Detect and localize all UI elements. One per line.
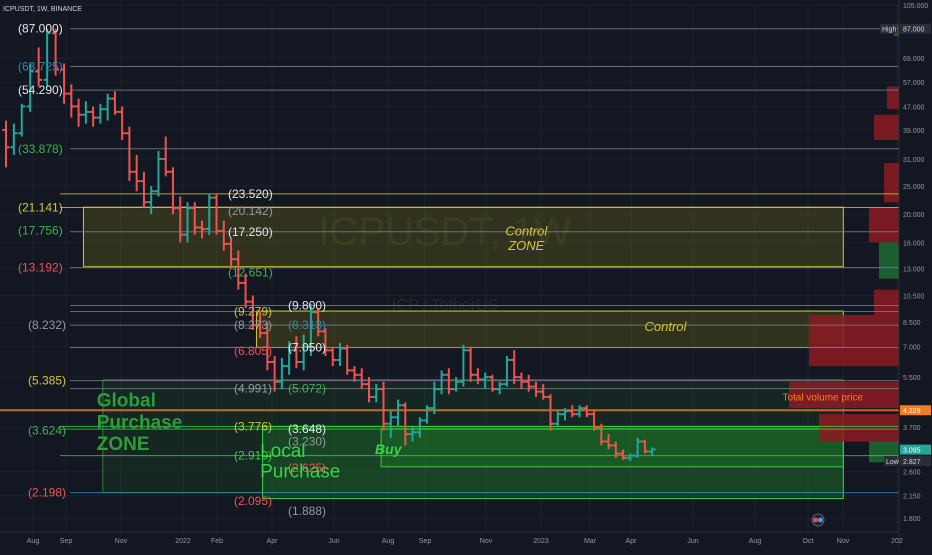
x-tick-label: 2022	[175, 538, 191, 545]
y-tick-label: 57.000	[903, 80, 925, 87]
chart-annotation: ZONE	[507, 238, 544, 253]
y-tick-label: 2.150	[903, 494, 921, 501]
y-tick-label: 7.000	[903, 345, 921, 352]
y-tick-label: 10.500	[903, 294, 925, 301]
level-label: (13.192)	[18, 261, 63, 275]
y-tick-label: 1.800	[903, 516, 921, 523]
level-label: (17.756)	[18, 223, 63, 237]
y-tick-label: 20.000	[903, 212, 925, 219]
price-tag-value: 87.000	[903, 27, 925, 34]
volume-profile-bar	[819, 414, 899, 442]
x-tick-label: Nov	[480, 538, 493, 545]
price-tag: High 87.000	[880, 23, 931, 34]
y-tick-label: 25.000	[903, 184, 925, 191]
x-tick-label: Mar	[584, 538, 597, 545]
price-tag: Low 2.827	[884, 456, 931, 467]
level-label: (2.095)	[234, 494, 272, 508]
events-icon[interactable]	[811, 513, 825, 527]
chart-annotation: ZONE	[97, 434, 150, 455]
level-label: (17.250)	[228, 225, 273, 239]
level-label: (1.888)	[288, 504, 326, 518]
x-tick-label: Apr	[626, 538, 638, 545]
chart-annotation: Control	[644, 319, 687, 334]
volume-profile-bar	[874, 114, 899, 141]
price-tag-label: High	[882, 27, 897, 34]
y-tick-label: 8.500	[903, 320, 921, 327]
level-label: (8.313)	[288, 318, 326, 332]
x-tick-label: 202	[891, 538, 903, 545]
x-tick-label: Sep	[60, 538, 73, 545]
level-label: (23.520)	[228, 187, 273, 201]
level-label: (21.141)	[18, 200, 63, 214]
x-tick-label: 2023	[533, 538, 549, 545]
price-tag-value: 2.827	[903, 459, 921, 466]
level-label: (3.624)	[28, 424, 66, 438]
level-label: (9.800)	[288, 298, 326, 312]
x-tick-label: Feb	[211, 538, 223, 545]
x-tick-label: Jun	[328, 538, 339, 545]
level-label: (5.385)	[28, 374, 66, 388]
chart-annotation: Local	[260, 441, 305, 462]
chart-annotation: Global	[97, 390, 156, 411]
level-label: (33.878)	[18, 142, 63, 156]
chart-canvas: ICPUSDT, 1W ICP / TetherUS (87.000)(63.7…	[0, 0, 932, 550]
chart-annotation: Purchase	[97, 412, 183, 433]
x-tick-label: Jun	[687, 538, 698, 545]
symbol-header: ICPUSDT, 1W, BINANCE	[3, 6, 82, 13]
x-tick-label: Aug	[382, 538, 395, 545]
level-label: (12.651)	[228, 265, 273, 279]
volume-profile-bar	[879, 242, 899, 279]
level-label: (63.725)	[18, 59, 63, 73]
x-tick-label: Nov	[837, 538, 850, 545]
level-label: (54.290)	[18, 83, 63, 97]
y-tick-label: 31.000	[903, 157, 925, 164]
y-tick-label: 5.500	[903, 375, 921, 382]
x-tick-label: Aug	[749, 538, 762, 545]
level-label: (5.072)	[288, 382, 326, 396]
price-tag-value: 4.229	[903, 408, 921, 415]
level-label: (8.273)	[234, 318, 272, 332]
y-tick-label: 2.600	[903, 470, 921, 477]
price-tag: 4.229	[900, 405, 931, 416]
x-tick-label: Oct	[803, 538, 814, 545]
y-tick-label: 105.000	[903, 3, 928, 10]
x-tick-label: Sep	[419, 538, 432, 545]
y-tick-label: 3.700	[903, 425, 921, 432]
x-tick-label: Nov	[115, 538, 128, 545]
y-tick-label: 13.000	[903, 267, 925, 274]
level-label: (7.050)	[288, 341, 326, 355]
level-label: (87.000)	[18, 22, 63, 36]
y-tick-label: 47.000	[903, 104, 925, 111]
y-tick-label: 39.000	[903, 128, 925, 135]
level-label: (6.805)	[234, 344, 272, 358]
level-label: (4.991)	[234, 382, 272, 396]
price-tag-label: Low	[886, 459, 900, 466]
chart-annotation: Purchase	[260, 461, 340, 482]
chart: ICPUSDT, 1W ICP / TetherUS (87.000) (63.7…	[0, 0, 932, 550]
zone	[380, 428, 844, 468]
price-tag: 3.095	[900, 444, 931, 455]
volume-profile-bar	[809, 314, 899, 367]
zone	[82, 206, 844, 268]
zone	[255, 310, 844, 349]
volume-profile-bar	[884, 163, 899, 203]
level-label: (3.776)	[234, 419, 272, 433]
level-label: (8.232)	[28, 318, 66, 332]
x-tick-label: Apr	[267, 538, 279, 545]
level-label: (2.198)	[28, 486, 66, 500]
y-tick-label: 69.000	[903, 56, 925, 63]
level-label: (9.279)	[234, 304, 272, 318]
y-tick-label: 16.000	[903, 240, 925, 247]
volume-profile-bar	[869, 208, 899, 243]
chart-annotation: Buy	[375, 441, 403, 457]
chart-annotation: Control	[505, 224, 548, 239]
x-tick-label: Aug	[27, 538, 40, 545]
level-label: (20.142)	[228, 204, 273, 218]
price-tag-value: 3.095	[903, 448, 921, 455]
chart-annotation: Total volume price	[782, 392, 863, 403]
